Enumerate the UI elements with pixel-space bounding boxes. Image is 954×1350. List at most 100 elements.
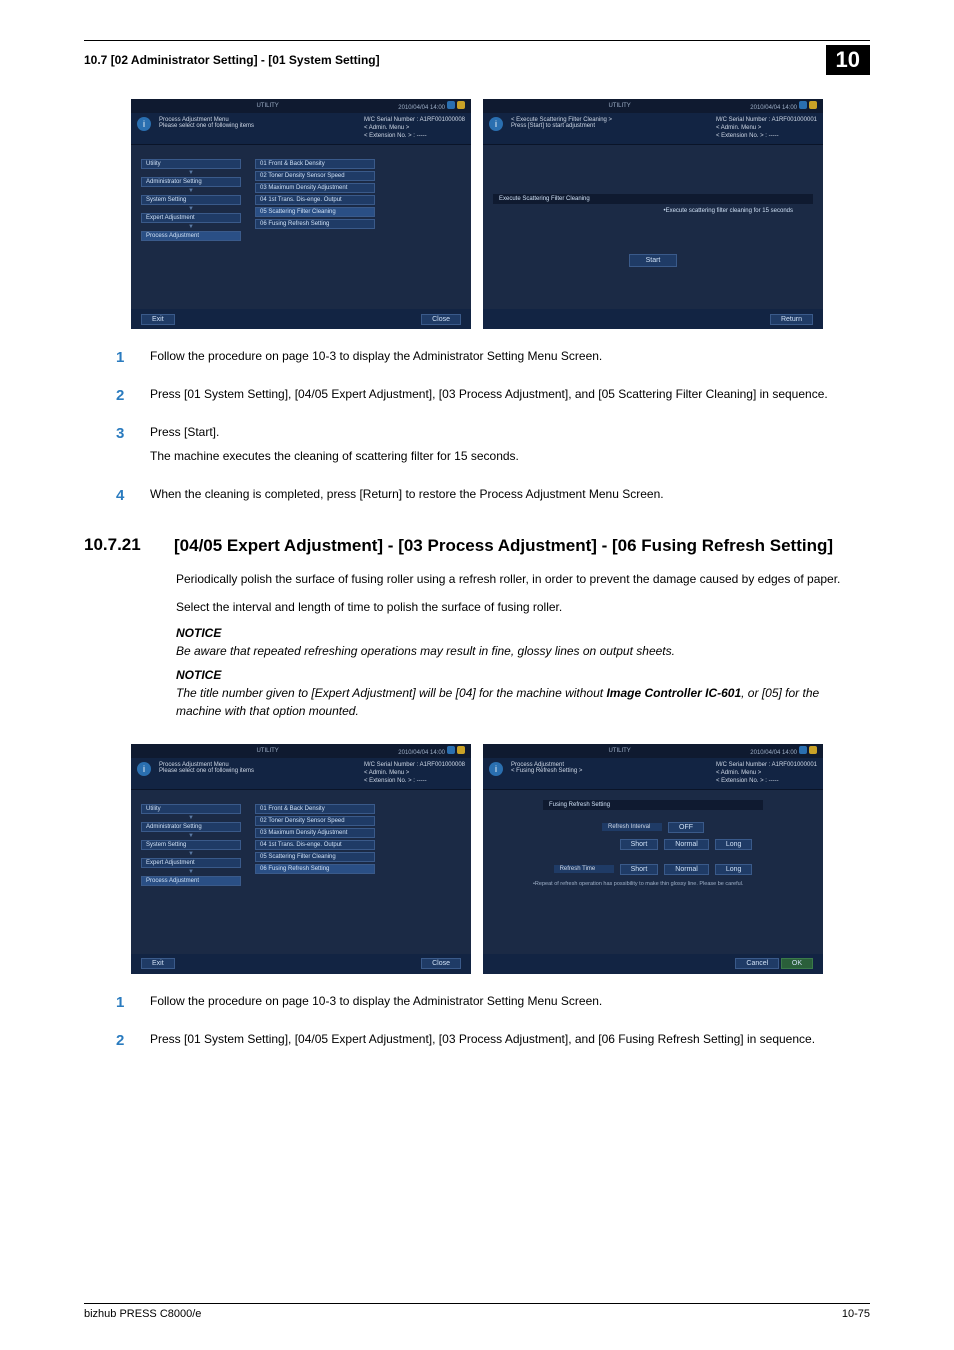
menu-item[interactable]: 06 Fusing Refresh Setting <box>255 219 375 229</box>
ss-r3: < Extension No. > : ----- <box>364 778 465 786</box>
menu-item[interactable]: 02 Toner Density Sensor Speed <box>255 171 375 181</box>
bread-item[interactable]: Utility <box>141 159 241 169</box>
step: 1 Follow the procedure on page 10-3 to d… <box>116 347 862 371</box>
help-icon <box>457 746 465 754</box>
menu-item[interactable]: 05 Scattering Filter Cleaning <box>255 207 375 217</box>
option-button[interactable]: OFF <box>668 822 704 833</box>
step-text: The machine executes the cleaning of sca… <box>150 447 519 465</box>
menu-item[interactable]: 04 1st Trans. Dis-enge. Output <box>255 195 375 205</box>
panel-title: Execute Scattering Filter Cleaning <box>493 194 813 204</box>
ss-date: 2010/04/04 14:00 <box>398 105 445 111</box>
page-footer: bizhub PRESS C8000/e 10-75 <box>84 1303 870 1320</box>
panel-title: Fusing Refresh Setting <box>543 800 763 810</box>
bread-item[interactable]: Administrator Setting <box>141 822 241 832</box>
info-icon <box>447 746 455 754</box>
exit-button[interactable]: Exit <box>141 314 175 325</box>
help-icon <box>457 101 465 109</box>
step-number: 3 <box>116 423 130 471</box>
notice-text: The title number given to [Expert Adjust… <box>176 684 862 720</box>
row-label: Refresh Interval <box>602 823 662 831</box>
ss-r1: M/C Serial Number : A1RF001000008 <box>364 762 465 770</box>
screenshot-row-1: UTILITY 2010/04/04 14:00 i Process Adjus… <box>84 99 870 329</box>
footer-right: 10-75 <box>842 1308 870 1320</box>
step-text: Follow the procedure on page 10-3 to dis… <box>150 347 602 365</box>
menu-item[interactable]: 02 Toner Density Sensor Speed <box>255 816 375 826</box>
step-text: Follow the procedure on page 10-3 to dis… <box>150 992 602 1010</box>
notice-text: Be aware that repeated refreshing operat… <box>176 642 862 660</box>
bread-item[interactable]: Expert Adjustment <box>141 213 241 223</box>
ss-h2: Press [Start] to start adjustment <box>511 123 612 129</box>
section-heading: 10.7.21 [04/05 Expert Adjustment] - [03 … <box>84 535 870 558</box>
chevron-down-icon: ▼ <box>141 816 241 820</box>
screenshot-row-2: UTILITY 2010/04/04 14:00 i Process Adjus… <box>84 744 870 974</box>
chevron-down-icon: ▼ <box>141 870 241 874</box>
step: 1 Follow the procedure on page 10-3 to d… <box>116 992 862 1016</box>
close-button[interactable]: Close <box>421 958 461 969</box>
ss-date: 2010/04/04 14:00 <box>750 750 797 756</box>
bread-item[interactable]: System Setting <box>141 840 241 850</box>
screenshot-1-left: UTILITY 2010/04/04 14:00 i Process Adjus… <box>131 99 471 329</box>
steps-list-1: 1 Follow the procedure on page 10-3 to d… <box>116 347 862 509</box>
menu-item[interactable]: 05 Scattering Filter Cleaning <box>255 852 375 862</box>
menu-item[interactable]: 06 Fusing Refresh Setting <box>255 864 375 874</box>
option-button[interactable]: Long <box>715 839 753 850</box>
ss-r2: < Admin. Menu > <box>364 770 465 778</box>
bread-item[interactable]: Expert Adjustment <box>141 858 241 868</box>
i-icon: i <box>489 762 503 776</box>
chevron-down-icon: ▼ <box>141 834 241 838</box>
menu-item[interactable]: 04 1st Trans. Dis-enge. Output <box>255 840 375 850</box>
step-text: Press [01 System Setting], [04/05 Expert… <box>150 385 828 403</box>
menu-list: 01 Front & Back Density 02 Toner Density… <box>255 804 375 886</box>
screenshot-2-left: UTILITY 2010/04/04 14:00 i Process Adjus… <box>131 744 471 974</box>
option-button[interactable]: Long <box>715 864 753 875</box>
section-number: 10.7.21 <box>84 535 156 555</box>
step-text: When the cleaning is completed, press [R… <box>150 485 664 503</box>
ss-r1: M/C Serial Number : A1RF001000008 <box>364 117 465 125</box>
exit-button[interactable]: Exit <box>141 958 175 969</box>
option-button[interactable]: Normal <box>664 864 709 875</box>
step-number: 2 <box>116 385 130 409</box>
step-text: Press [Start]. <box>150 423 519 441</box>
ss-r2: < Admin. Menu > <box>716 125 817 133</box>
step: 2 Press [01 System Setting], [04/05 Expe… <box>116 1030 862 1054</box>
ss-r1: M/C Serial Number : A1RF001000001 <box>716 117 817 125</box>
chevron-down-icon: ▼ <box>141 189 241 193</box>
menu-item[interactable]: 03 Maximum Density Adjustment <box>255 828 375 838</box>
i-icon: i <box>137 117 151 131</box>
option-button[interactable]: Short <box>620 839 659 850</box>
ss-r3: < Extension No. > : ----- <box>364 133 465 141</box>
paragraph: Periodically polish the surface of fusin… <box>176 570 862 588</box>
breadcrumb-list: Utility ▼ Administrator Setting ▼ System… <box>141 804 241 886</box>
menu-item[interactable]: 01 Front & Back Density <box>255 159 375 169</box>
ss-h2: Please select one of following items <box>159 768 254 774</box>
row-label: Refresh Time <box>554 865 614 873</box>
option-button[interactable]: Short <box>620 864 659 875</box>
bread-item[interactable]: System Setting <box>141 195 241 205</box>
notice-label: NOTICE <box>176 668 870 682</box>
ss-title: UTILITY <box>256 748 278 754</box>
ok-button[interactable]: OK <box>781 958 813 969</box>
step-number: 1 <box>116 992 130 1016</box>
menu-item[interactable]: 03 Maximum Density Adjustment <box>255 183 375 193</box>
cancel-button[interactable]: Cancel <box>735 958 779 969</box>
menu-item[interactable]: 01 Front & Back Density <box>255 804 375 814</box>
step: 2 Press [01 System Setting], [04/05 Expe… <box>116 385 862 409</box>
info-icon <box>799 746 807 754</box>
chevron-down-icon: ▼ <box>141 207 241 211</box>
bread-item[interactable]: Process Adjustment <box>141 231 241 241</box>
return-button[interactable]: Return <box>770 314 813 325</box>
breadcrumb-list: Utility ▼ Administrator Setting ▼ System… <box>141 159 241 241</box>
ss-h2: Please select one of following items <box>159 123 254 129</box>
ss-r3: < Extension No. > : ----- <box>716 778 817 786</box>
bread-item[interactable]: Administrator Setting <box>141 177 241 187</box>
ss-r2: < Admin. Menu > <box>716 770 817 778</box>
close-button[interactable]: Close <box>421 314 461 325</box>
screenshot-2-right: UTILITY 2010/04/04 14:00 i Process Adjus… <box>483 744 823 974</box>
bread-item[interactable]: Utility <box>141 804 241 814</box>
step-number: 2 <box>116 1030 130 1054</box>
chevron-down-icon: ▼ <box>141 171 241 175</box>
i-icon: i <box>489 117 503 131</box>
option-button[interactable]: Normal <box>664 839 709 850</box>
bread-item[interactable]: Process Adjustment <box>141 876 241 886</box>
start-button[interactable]: Start <box>629 254 678 267</box>
